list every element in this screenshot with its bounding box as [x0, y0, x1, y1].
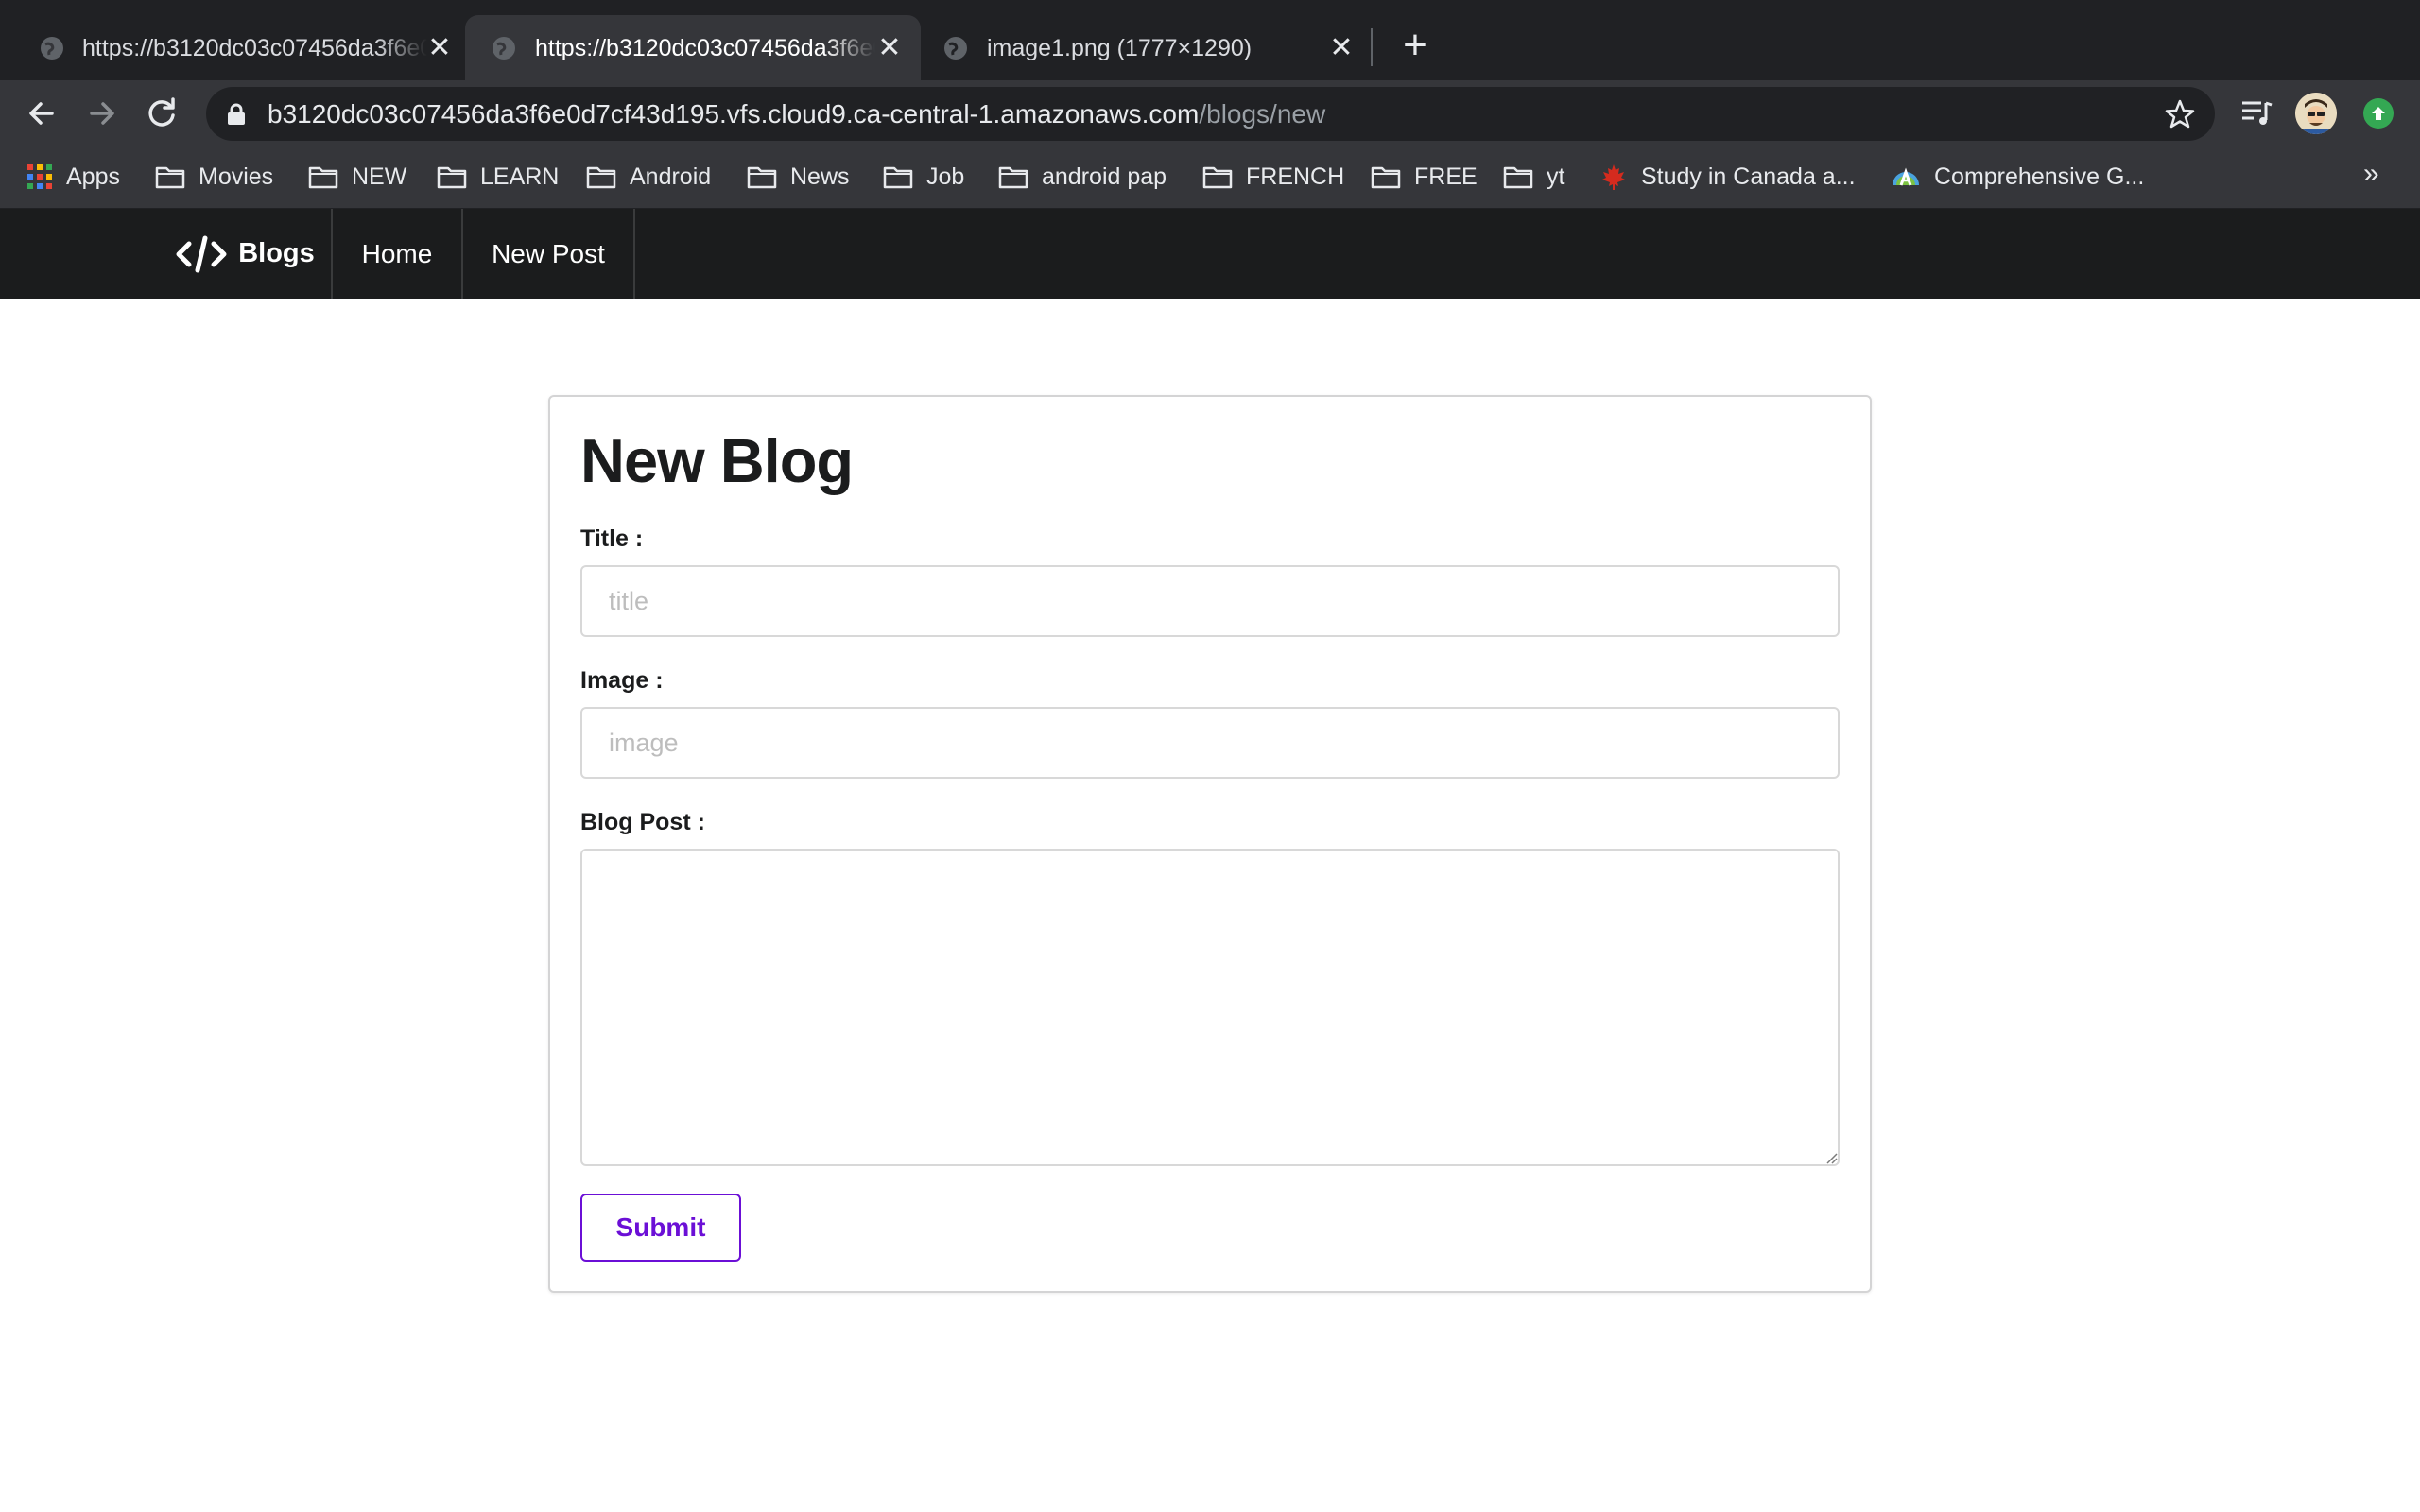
new-blog-card: New Blog Title : Image : Blog Post : Sub… — [548, 395, 1872, 1293]
resize-handle-icon[interactable] — [1824, 1151, 1838, 1164]
bookmarks-bar: Apps Movies NEW LEARN Android News Job a… — [0, 146, 2420, 209]
bookmark-label: News — [790, 163, 850, 190]
folder-icon — [747, 166, 777, 189]
tab-title: https://b3120dc03c07456da3f6e0d7cf43d195… — [82, 35, 427, 61]
bookmark-study-in-canada[interactable]: Study in Canada a... — [1599, 160, 1856, 194]
site-navbar: Blogs Home New Post — [0, 209, 2420, 299]
bookmark-label: android pap — [1042, 163, 1167, 190]
bookmark-folder-new[interactable]: NEW — [308, 160, 406, 194]
folder-icon — [437, 166, 467, 189]
bookmark-folder-learn[interactable]: LEARN — [437, 160, 559, 194]
folder-icon — [1503, 166, 1533, 189]
blog-post-textarea[interactable] — [580, 849, 1840, 1166]
bookmark-folder-android[interactable]: Android — [586, 160, 711, 194]
url-host: b3120dc03c07456da3f6e0d7cf43d195.vfs.clo… — [268, 99, 1200, 129]
globe-icon — [41, 37, 63, 60]
folder-icon — [1202, 166, 1233, 189]
bookmark-label: Android — [630, 163, 712, 190]
bookmark-comprehensive[interactable]: Comprehensive G... — [1891, 160, 2144, 194]
bookmark-label: NEW — [352, 163, 407, 190]
media-queue-icon[interactable] — [2237, 94, 2276, 133]
brand-label: Blogs — [238, 238, 315, 268]
reload-icon[interactable] — [140, 92, 183, 135]
blog-post-label: Blog Post : — [580, 809, 705, 835]
folder-icon — [883, 166, 913, 189]
bookmark-folder-free[interactable]: FREE — [1371, 160, 1478, 194]
lock-icon — [228, 103, 245, 125]
folder-icon — [155, 166, 185, 189]
update-arrow-icon — [2372, 107, 2385, 120]
bookmark-label: FRENCH — [1246, 163, 1345, 190]
back-arrow-icon[interactable] — [20, 92, 63, 135]
bookmark-star-icon[interactable] — [2164, 98, 2196, 130]
tab-title: image1.png (1777×1290) — [987, 35, 1253, 61]
folder-icon — [586, 166, 616, 189]
browser-tab-3[interactable]: image1.png (1777×1290) ✕ — [923, 15, 1367, 80]
bookmark-folder-news[interactable]: News — [747, 160, 850, 194]
browser-tab-2[interactable]: https://b3120dc03c07456da3f6e0d7cf43d195… — [465, 15, 921, 80]
nav-brand-blogs[interactable]: Blogs — [159, 209, 332, 299]
tab-separator — [1371, 28, 1373, 66]
bookmark-label: Job — [926, 163, 965, 190]
site-icon — [1893, 167, 1919, 186]
title-label: Title : — [580, 525, 644, 552]
folder-icon — [308, 166, 338, 189]
globe-icon — [944, 37, 967, 60]
nav-divider — [633, 209, 635, 299]
bookmark-apps[interactable]: Apps — [26, 160, 120, 194]
update-available-icon[interactable] — [2363, 98, 2394, 129]
address-bar[interactable]: b3120dc03c07456da3f6e0d7cf43d195.vfs.clo… — [206, 87, 2215, 141]
bookmark-folder-job[interactable]: Job — [883, 160, 964, 194]
globe-icon — [493, 37, 515, 60]
nav-home[interactable]: Home — [333, 209, 461, 299]
bookmark-folder-french[interactable]: FRENCH — [1202, 160, 1344, 194]
folder-icon — [998, 166, 1028, 189]
close-tab-icon[interactable]: ✕ — [1327, 34, 1356, 62]
tab-title: https://b3120dc03c07456da3f6e0d7cf43d195… — [535, 35, 875, 61]
folder-icon — [1371, 166, 1401, 189]
bookmark-label: FREE — [1414, 163, 1478, 190]
maple-leaf-icon — [1602, 164, 1625, 190]
bookmark-label: Study in Canada a... — [1641, 163, 1856, 190]
new-tab-plus-icon[interactable]: + — [1396, 25, 1434, 66]
submit-button[interactable]: Submit — [580, 1194, 741, 1262]
nav-new-post[interactable]: New Post — [463, 209, 633, 299]
code-icon — [176, 235, 227, 272]
bookmark-folder-movies[interactable]: Movies — [155, 160, 273, 194]
forward-arrow-icon[interactable] — [80, 92, 124, 135]
page-title: New Blog — [580, 426, 854, 495]
apps-grid-icon — [27, 164, 52, 189]
browser-toolbar: b3120dc03c07456da3f6e0d7cf43d195.vfs.clo… — [0, 80, 2420, 146]
bookmark-folder-yt[interactable]: yt — [1503, 160, 1564, 194]
profile-avatar[interactable] — [2295, 93, 2337, 134]
bookmark-label: Apps — [66, 163, 120, 190]
image-input[interactable] — [580, 707, 1840, 779]
title-input[interactable] — [580, 565, 1840, 637]
browser-tab-strip: https://b3120dc03c07456da3f6e0d7cf43d195… — [0, 0, 2420, 80]
bookmark-label: yt — [1547, 163, 1565, 190]
bookmark-label: LEARN — [480, 163, 560, 190]
image-label: Image : — [580, 667, 664, 694]
url-text: b3120dc03c07456da3f6e0d7cf43d195.vfs.clo… — [268, 99, 1325, 129]
close-tab-icon[interactable]: ✕ — [425, 34, 454, 62]
bookmark-label: Comprehensive G... — [1934, 163, 2145, 190]
bookmarks-overflow-chevron-icon[interactable]: » — [2363, 158, 2379, 190]
browser-tab-1[interactable]: https://b3120dc03c07456da3f6e0d7cf43d195… — [23, 15, 467, 80]
avatar-face-icon — [2295, 93, 2337, 134]
bookmark-folder-android-pap[interactable]: android pap — [998, 160, 1167, 194]
bookmark-label: Movies — [199, 163, 274, 190]
url-path: /blogs/new — [1199, 99, 1326, 129]
close-tab-icon[interactable]: ✕ — [875, 34, 904, 62]
